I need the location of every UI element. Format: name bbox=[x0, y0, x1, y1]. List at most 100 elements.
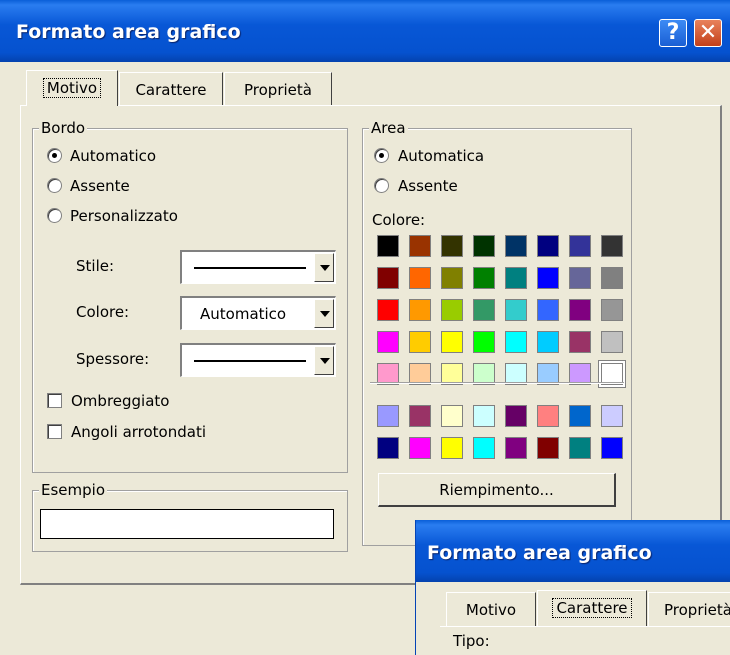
color-swatch-4[interactable] bbox=[505, 235, 527, 257]
colore-dropdown-arrow-icon[interactable] bbox=[314, 299, 334, 328]
riempimento-button-label: Riempimento... bbox=[439, 481, 554, 499]
ombreggiato-checkbox[interactable] bbox=[47, 393, 62, 408]
color-swatch-18[interactable] bbox=[441, 299, 463, 321]
color-swatch-1[interactable] bbox=[409, 235, 431, 257]
second-tab-carattere-label: Carattere bbox=[552, 598, 632, 618]
color-swatch-15[interactable] bbox=[601, 267, 623, 289]
color-swatch-44[interactable] bbox=[505, 405, 527, 427]
second-tab-carattere[interactable]: Carattere bbox=[537, 590, 647, 626]
spessore-line-preview bbox=[194, 360, 306, 362]
color-swatch-0[interactable] bbox=[377, 235, 399, 257]
color-swatch-47[interactable] bbox=[601, 405, 623, 427]
colore-label: Colore: bbox=[76, 303, 130, 321]
area-assente-label: Assente bbox=[398, 177, 458, 195]
tab-carattere[interactable]: Carattere bbox=[119, 72, 223, 106]
bordo-automatico-radio[interactable] bbox=[47, 148, 62, 163]
color-swatch-51[interactable] bbox=[473, 437, 495, 459]
color-swatch-5[interactable] bbox=[537, 235, 559, 257]
tab-motivo[interactable]: Motivo bbox=[26, 70, 118, 106]
bordo-assente-radio[interactable] bbox=[47, 178, 62, 193]
second-tab-motivo-label: Motivo bbox=[465, 601, 517, 619]
esempio-preview bbox=[40, 509, 334, 539]
spessore-label: Spessore: bbox=[76, 350, 150, 368]
color-swatch-22[interactable] bbox=[569, 299, 591, 321]
second-title-bar[interactable]: Formato area grafico bbox=[416, 520, 730, 582]
color-swatch-3[interactable] bbox=[473, 235, 495, 257]
area-assente-radio[interactable] bbox=[374, 178, 389, 193]
color-swatch-6[interactable] bbox=[569, 235, 591, 257]
area-legend: Area bbox=[369, 119, 408, 137]
color-swatch-53[interactable] bbox=[537, 437, 559, 459]
color-swatch-28[interactable] bbox=[505, 331, 527, 353]
color-swatch-19[interactable] bbox=[473, 299, 495, 321]
color-swatch-48[interactable] bbox=[377, 437, 399, 459]
second-window-title: Formato area grafico bbox=[427, 542, 652, 564]
color-swatch-43[interactable] bbox=[473, 405, 495, 427]
color-swatch-23[interactable] bbox=[601, 299, 623, 321]
color-swatch-11[interactable] bbox=[473, 267, 495, 289]
colore-value: Automatico bbox=[200, 305, 287, 323]
color-swatch-17[interactable] bbox=[409, 299, 431, 321]
color-swatch-27[interactable] bbox=[473, 331, 495, 353]
spessore-dropdown-arrow-icon[interactable] bbox=[314, 346, 334, 375]
tab-proprieta-label: Proprietà bbox=[244, 81, 312, 99]
color-swatch-12[interactable] bbox=[505, 267, 527, 289]
color-swatch-21[interactable] bbox=[537, 299, 559, 321]
tab-motivo-label: Motivo bbox=[42, 78, 102, 98]
spessore-select[interactable] bbox=[180, 343, 336, 377]
tab-proprieta[interactable]: Proprietà bbox=[224, 72, 332, 106]
color-swatch-31[interactable] bbox=[601, 331, 623, 353]
bordo-assente-label: Assente bbox=[70, 177, 130, 195]
bordo-personalizzato-radio[interactable] bbox=[47, 208, 62, 223]
color-swatch-26[interactable] bbox=[441, 331, 463, 353]
title-bar[interactable]: Formato area grafico ? ✕ bbox=[0, 0, 730, 62]
bordo-personalizzato-label: Personalizzato bbox=[70, 207, 178, 225]
area-colore-label: Colore: bbox=[372, 211, 426, 229]
color-swatch-16[interactable] bbox=[377, 299, 399, 321]
color-swatch-20[interactable] bbox=[505, 299, 527, 321]
esempio-legend: Esempio bbox=[39, 481, 107, 499]
riempimento-button[interactable]: Riempimento... bbox=[378, 473, 616, 507]
color-swatch-52[interactable] bbox=[505, 437, 527, 459]
second-tab-proprieta-label: Proprietà bbox=[664, 601, 730, 619]
second-tipo-label: Tipo: bbox=[453, 632, 490, 650]
color-swatch-54[interactable] bbox=[569, 437, 591, 459]
area-automatica-radio[interactable] bbox=[374, 148, 389, 163]
second-tab-motivo[interactable]: Motivo bbox=[446, 592, 536, 626]
color-swatch-50[interactable] bbox=[441, 437, 463, 459]
color-swatch-29[interactable] bbox=[537, 331, 559, 353]
angoli-arrotondati-label: Angoli arrotondati bbox=[71, 423, 207, 441]
second-panel-edge bbox=[440, 626, 730, 627]
stile-select[interactable] bbox=[180, 250, 336, 284]
tab-carattere-label: Carattere bbox=[135, 81, 207, 99]
color-swatch-14[interactable] bbox=[569, 267, 591, 289]
colore-select[interactable]: Automatico bbox=[180, 296, 336, 330]
color-swatch-24[interactable] bbox=[377, 331, 399, 353]
help-button[interactable]: ? bbox=[659, 19, 687, 47]
stile-line-preview bbox=[194, 267, 306, 269]
stile-dropdown-arrow-icon[interactable] bbox=[314, 253, 334, 282]
color-swatch-40[interactable] bbox=[377, 405, 399, 427]
stile-label: Stile: bbox=[76, 257, 115, 275]
window-title: Formato area grafico bbox=[16, 21, 241, 43]
ombreggiato-label: Ombreggiato bbox=[71, 392, 170, 410]
color-swatch-41[interactable] bbox=[409, 405, 431, 427]
color-swatch-13[interactable] bbox=[537, 267, 559, 289]
color-swatch-55[interactable] bbox=[601, 437, 623, 459]
second-tab-proprieta[interactable]: Proprietà bbox=[648, 592, 730, 626]
color-swatch-46[interactable] bbox=[569, 405, 591, 427]
bordo-automatico-label: Automatico bbox=[70, 147, 157, 165]
palette-divider bbox=[370, 382, 624, 384]
color-swatch-10[interactable] bbox=[441, 267, 463, 289]
color-swatch-7[interactable] bbox=[601, 235, 623, 257]
color-swatch-30[interactable] bbox=[569, 331, 591, 353]
color-swatch-9[interactable] bbox=[409, 267, 431, 289]
angoli-arrotondati-checkbox[interactable] bbox=[47, 424, 62, 439]
color-swatch-25[interactable] bbox=[409, 331, 431, 353]
color-swatch-45[interactable] bbox=[537, 405, 559, 427]
color-swatch-49[interactable] bbox=[409, 437, 431, 459]
color-swatch-42[interactable] bbox=[441, 405, 463, 427]
close-button[interactable]: ✕ bbox=[694, 19, 722, 47]
color-swatch-2[interactable] bbox=[441, 235, 463, 257]
color-swatch-8[interactable] bbox=[377, 267, 399, 289]
